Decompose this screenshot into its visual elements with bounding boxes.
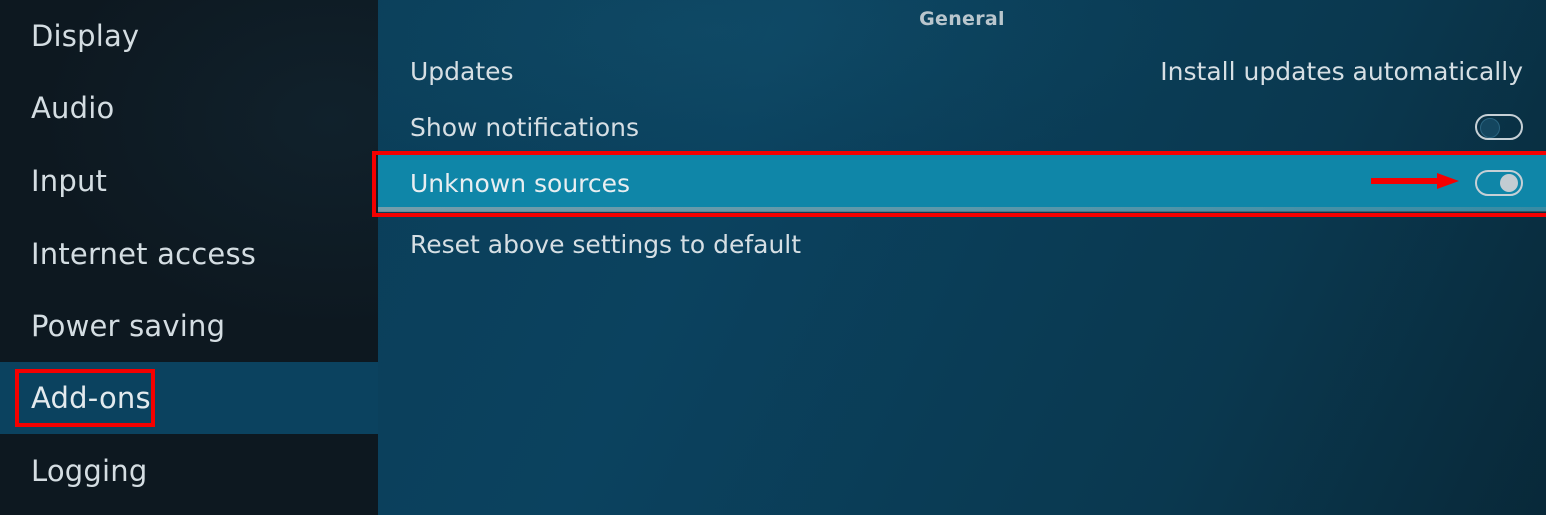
- sidebar-item-audio[interactable]: Audio: [0, 72, 378, 144]
- sidebar-item-display[interactable]: Display: [0, 0, 378, 72]
- setting-label: Unknown sources: [410, 168, 631, 198]
- sidebar-item-add-ons[interactable]: Add-ons: [0, 362, 378, 434]
- unknown-sources-toggle[interactable]: [1475, 170, 1523, 196]
- setting-row-updates[interactable]: Updates Install updates automatically: [378, 43, 1546, 99]
- setting-row-show-notifications[interactable]: Show notifications: [378, 99, 1546, 155]
- toggle-knob: [1500, 174, 1518, 192]
- sidebar-item-logging[interactable]: Logging: [0, 435, 378, 507]
- sidebar-item-internet-access[interactable]: Internet access: [0, 218, 378, 290]
- panel-title: General: [919, 8, 1005, 30]
- sidebar-item-input[interactable]: Input: [0, 145, 378, 217]
- settings-screen: Display Audio Input Internet access Powe…: [0, 0, 1546, 515]
- sidebar-item-label: Power saving: [31, 308, 226, 343]
- setting-row-unknown-sources[interactable]: Unknown sources: [378, 155, 1546, 211]
- sidebar-item-label: Display: [31, 18, 140, 53]
- setting-label: Show notifications: [410, 112, 640, 142]
- sidebar-item-power-saving[interactable]: Power saving: [0, 290, 378, 362]
- setting-label: Updates: [410, 56, 514, 86]
- sidebar-item-label: Add-ons: [31, 380, 151, 415]
- sidebar-item-label: Audio: [31, 90, 115, 125]
- updates-value: Install updates automatically: [1160, 56, 1523, 86]
- sidebar-item-label: Input: [31, 163, 108, 198]
- settings-detail-panel: General Updates Install updates automati…: [378, 0, 1546, 515]
- setting-row-reset-defaults[interactable]: Reset above settings to default: [378, 216, 1546, 272]
- show-notifications-toggle[interactable]: [1475, 114, 1523, 140]
- sidebar-item-label: Internet access: [31, 236, 257, 271]
- row-separator: [378, 207, 1546, 212]
- setting-label: Reset above settings to default: [410, 229, 802, 259]
- sidebar-item-label: Logging: [31, 453, 148, 488]
- settings-category-sidebar: Display Audio Input Internet access Powe…: [0, 0, 378, 515]
- toggle-knob: [1480, 118, 1500, 138]
